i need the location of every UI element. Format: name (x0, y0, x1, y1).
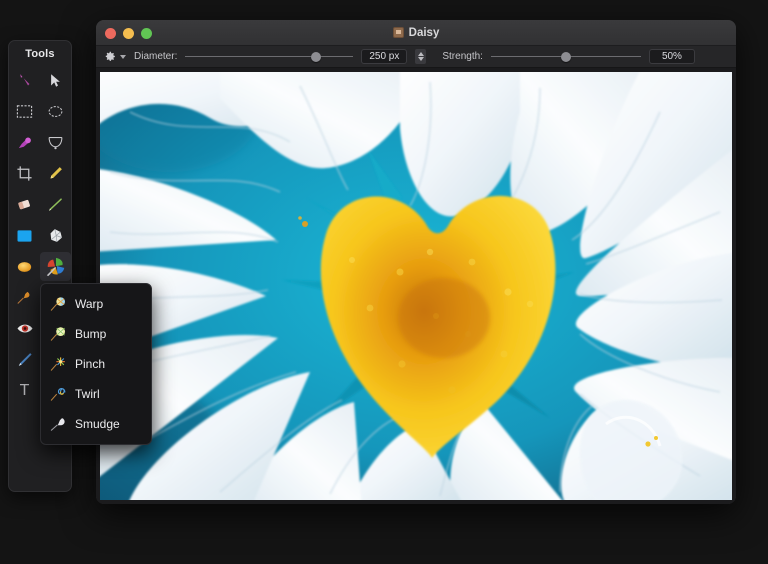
warp-pinwheel-icon (45, 256, 67, 278)
text-t-icon: T (20, 383, 30, 399)
strength-slider-knob[interactable] (561, 52, 571, 62)
chevron-down-icon (120, 55, 126, 59)
diameter-label: Diameter: (134, 51, 177, 62)
window-titlebar[interactable]: Daisy (96, 20, 736, 46)
fill-tool[interactable] (9, 221, 40, 250)
crumple-texture-icon (47, 227, 64, 244)
smudge-brush-tool[interactable] (9, 283, 40, 312)
bump-tool-icon (50, 326, 67, 343)
eraser-icon (16, 197, 33, 212)
smudge-tool-icon (50, 416, 67, 433)
tool-options-bar: Diameter: 250 px Strength: 50% (96, 46, 736, 68)
diameter-stepper[interactable] (415, 49, 426, 64)
flyout-item-smudge[interactable]: Smudge (41, 409, 151, 439)
rectangular-marquee-tool[interactable] (9, 97, 40, 126)
magic-wand-icon (16, 72, 33, 89)
flyout-item-warp[interactable]: Warp (41, 289, 151, 319)
diameter-slider-knob[interactable] (311, 52, 321, 62)
flyout-label: Smudge (75, 417, 120, 431)
lasso-icon (47, 135, 64, 150)
move-pointer-tool[interactable] (40, 66, 71, 95)
strength-label: Strength: (442, 51, 483, 62)
crop-icon (16, 165, 33, 182)
diameter-value-field[interactable]: 250 px (361, 49, 407, 64)
magic-wand-tool[interactable] (9, 66, 40, 95)
pinch-tool-icon (50, 356, 67, 373)
gradient-tool[interactable] (9, 252, 40, 281)
warp-tool-icon (50, 296, 67, 313)
gear-icon (104, 50, 117, 63)
text-tool[interactable]: T (9, 376, 40, 405)
flyout-label: Bump (75, 327, 106, 341)
flyout-item-bump[interactable]: Bump (41, 319, 151, 349)
desktop-background: Daisy Diameter: 250 px Strength: (0, 0, 768, 564)
paintbrush-icon (47, 165, 64, 182)
gradient-ellipse-icon (16, 260, 33, 274)
flyout-item-twirl[interactable]: Twirl (41, 379, 151, 409)
ellipse-select-icon (47, 104, 64, 119)
pencil-tool[interactable] (40, 190, 71, 219)
sharpen-pen-tool[interactable] (9, 345, 40, 374)
diameter-slider[interactable] (185, 51, 353, 63)
flyout-label: Warp (75, 297, 103, 311)
twirl-tool-icon (50, 386, 67, 403)
daisy-photo[interactable] (100, 72, 732, 500)
canvas-area[interactable] (96, 68, 736, 504)
flyout-item-pinch[interactable]: Pinch (41, 349, 151, 379)
distort-tool[interactable] (40, 252, 71, 281)
crop-tool[interactable] (9, 159, 40, 188)
brush-tool[interactable] (40, 159, 71, 188)
rectangle-select-icon (16, 104, 33, 119)
image-editor-window: Daisy Diameter: 250 px Strength: (96, 20, 736, 504)
flyout-label: Pinch (75, 357, 105, 371)
texture-tool[interactable] (40, 221, 71, 250)
strength-slider[interactable] (491, 51, 641, 63)
pencil-icon (47, 196, 64, 213)
tools-palette-title: Tools (9, 41, 71, 60)
stepper-down-icon[interactable] (418, 57, 424, 61)
pointer-arrow-icon (48, 73, 63, 88)
distort-tool-flyout-menu: Warp Bump Pinch (40, 283, 152, 445)
eraser-tool[interactable] (9, 190, 40, 219)
window-title-group: Daisy (96, 20, 736, 45)
daisy-image (100, 72, 732, 500)
red-eye-icon (16, 322, 34, 335)
red-eye-tool[interactable] (9, 314, 40, 343)
blue-pen-icon (16, 351, 33, 368)
flyout-label: Twirl (75, 387, 100, 401)
document-icon (393, 27, 404, 38)
diameter-slider-track (185, 56, 353, 57)
smudge-brush-icon (16, 289, 33, 306)
tool-settings-button[interactable] (104, 50, 126, 63)
quick-select-tool[interactable] (9, 128, 40, 157)
strength-value-field[interactable]: 50% (649, 49, 695, 64)
elliptical-marquee-tool[interactable] (40, 97, 71, 126)
color-fill-icon (16, 229, 33, 243)
window-title: Daisy (409, 27, 440, 39)
placeholder-cell (9, 407, 40, 436)
stepper-up-icon[interactable] (418, 52, 424, 56)
quick-select-icon (16, 134, 33, 151)
lasso-tool[interactable] (40, 128, 71, 157)
